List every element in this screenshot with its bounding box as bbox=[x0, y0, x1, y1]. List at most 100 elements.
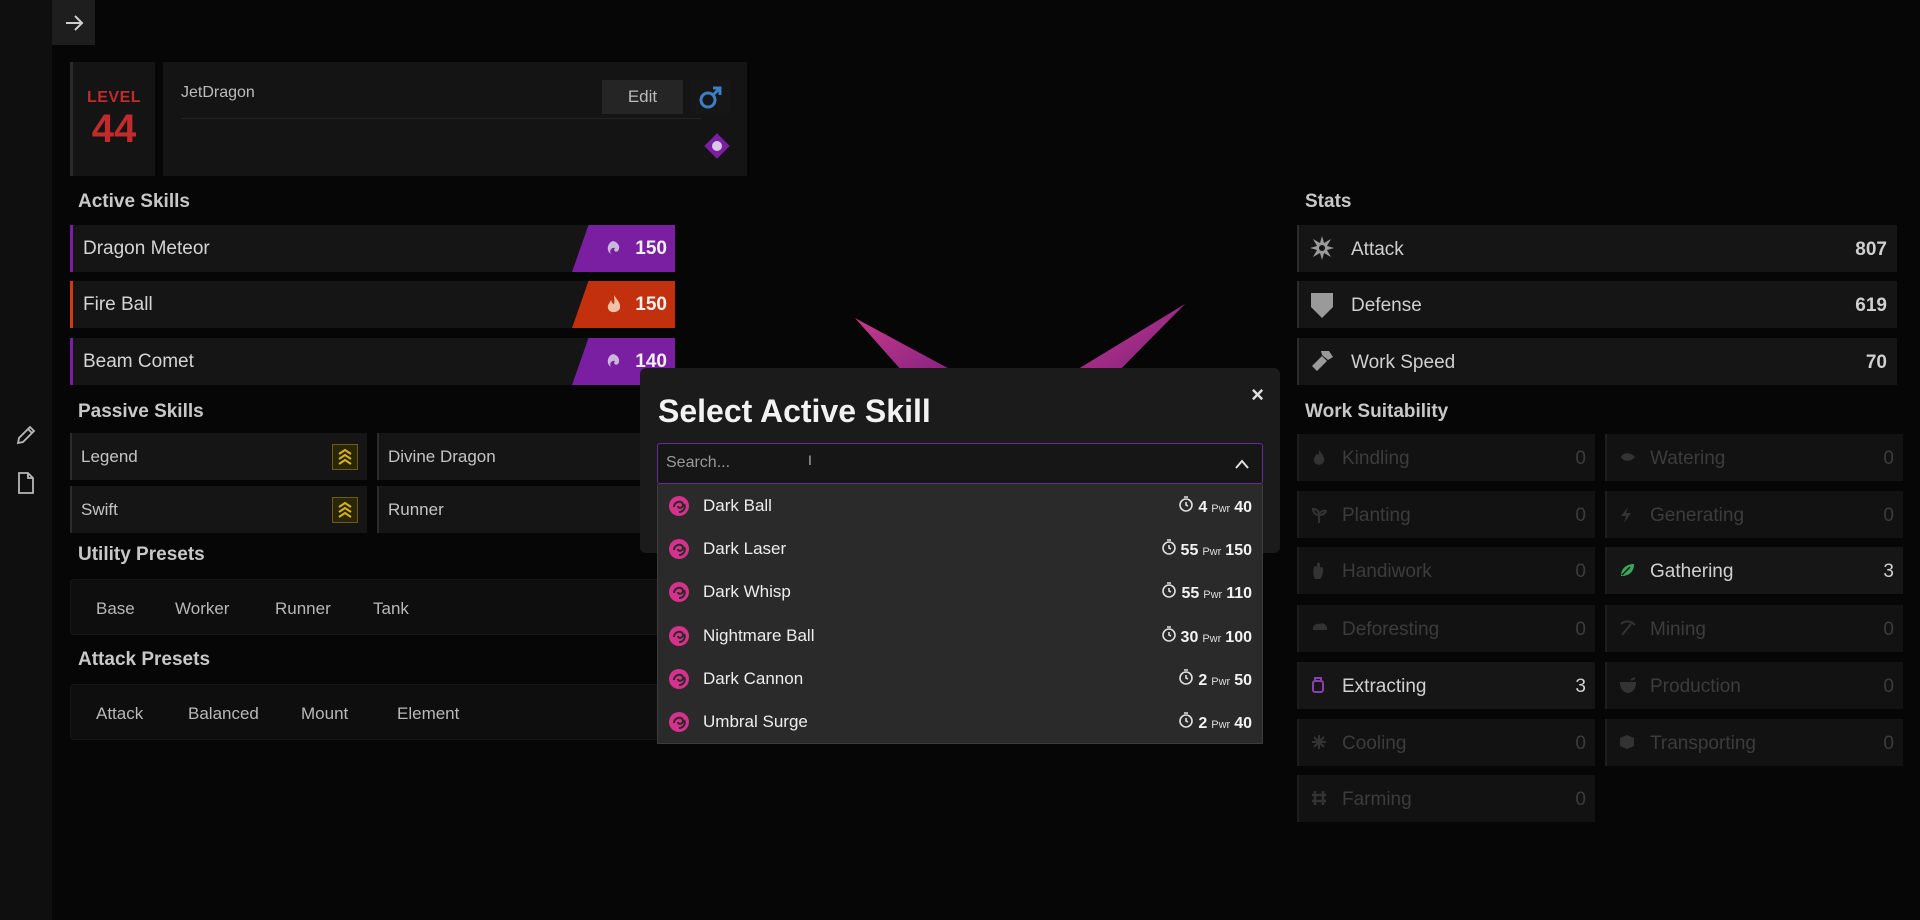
skill-power: 150 bbox=[635, 237, 667, 259]
passive-skill-slot-4[interactable]: Runner bbox=[377, 486, 674, 533]
preset-tank[interactable]: Tank bbox=[373, 599, 409, 619]
skill-option-meta: 2 Pwr 50 bbox=[1178, 669, 1252, 690]
work-generating: Generating 0 bbox=[1605, 491, 1903, 538]
arrow-right-icon bbox=[65, 14, 83, 31]
skill-power-tag: 150 bbox=[572, 281, 675, 328]
dark-element-icon bbox=[668, 711, 690, 738]
fire-type-icon bbox=[608, 294, 621, 312]
work-label: Extracting bbox=[1342, 676, 1427, 697]
work-value: 3 bbox=[1575, 676, 1586, 697]
edit-button[interactable]: Edit bbox=[602, 80, 683, 114]
power-value: 40 bbox=[1234, 499, 1252, 516]
nickname-card: JetDragon Edit bbox=[163, 62, 747, 176]
search-input[interactable] bbox=[666, 454, 1186, 472]
stats-title: Stats bbox=[1305, 191, 1352, 212]
dragon-element-icon bbox=[703, 132, 731, 165]
document-icon[interactable] bbox=[13, 470, 39, 496]
power-label: Pwr bbox=[1202, 546, 1222, 558]
passive-skill-slot-1[interactable]: Legend bbox=[70, 433, 367, 480]
work-value: 0 bbox=[1883, 733, 1894, 754]
work-label: Deforesting bbox=[1342, 619, 1440, 640]
male-icon bbox=[699, 86, 722, 109]
preset-runner[interactable]: Runner bbox=[275, 599, 331, 619]
cooldown-icon bbox=[1179, 496, 1194, 512]
skill-search-box[interactable] bbox=[657, 443, 1263, 484]
power-label: Pwr bbox=[1202, 633, 1222, 645]
skill-option[interactable]: Dark Laser 55 Pwr 150 bbox=[658, 527, 1262, 570]
power-label: Pwr bbox=[1211, 719, 1231, 731]
skill-option[interactable]: Dark Ball 4 Pwr 40 bbox=[658, 484, 1262, 527]
work-mining: Mining 0 bbox=[1605, 605, 1903, 652]
stat-label: Work Speed bbox=[1351, 352, 1456, 373]
power-label: Pwr bbox=[1211, 676, 1231, 688]
work-label: Planting bbox=[1342, 505, 1411, 526]
attack-presets-title: Attack Presets bbox=[78, 649, 211, 670]
cooldown-value: 4 bbox=[1198, 499, 1208, 516]
watering-icon bbox=[1619, 449, 1637, 470]
cooldown-icon bbox=[1179, 712, 1194, 728]
skill-option-name: Dark Cannon bbox=[703, 669, 804, 688]
skill-option-meta: 30 Pwr 100 bbox=[1161, 626, 1252, 647]
skill-dropdown-list[interactable]: Dark Ball 4 Pwr 40 Dark Laser 55 Pwr 150… bbox=[657, 484, 1263, 744]
preset-mount[interactable]: Mount bbox=[301, 704, 348, 724]
skill-option-name: Dark Ball bbox=[703, 496, 772, 515]
hammer-icon bbox=[1309, 348, 1335, 379]
work-watering: Watering 0 bbox=[1605, 434, 1903, 481]
work-value: 0 bbox=[1575, 561, 1586, 582]
cooldown-value: 2 bbox=[1198, 672, 1208, 689]
preset-element[interactable]: Element bbox=[397, 704, 459, 724]
arrow-right-button[interactable] bbox=[52, 0, 95, 45]
preset-attack[interactable]: Attack bbox=[96, 704, 143, 724]
nickname-text[interactable]: JetDragon bbox=[181, 84, 255, 102]
preset-base[interactable]: Base bbox=[96, 599, 135, 619]
work-gathering: Gathering 3 bbox=[1605, 547, 1903, 594]
stat-label: Defense bbox=[1351, 295, 1422, 316]
skill-option[interactable]: Dark Whisp 55 Pwr 110 bbox=[658, 570, 1262, 613]
work-deforesting: Deforesting 0 bbox=[1297, 605, 1595, 652]
work-label: Production bbox=[1650, 676, 1741, 697]
dragon-type-icon bbox=[608, 240, 620, 254]
skill-option-name: Nightmare Ball bbox=[703, 626, 815, 645]
rank-up-icon bbox=[332, 444, 358, 470]
passive-skills-title: Passive Skills bbox=[78, 401, 204, 422]
chevron-up-icon[interactable] bbox=[1234, 457, 1250, 475]
shield-icon bbox=[1309, 291, 1335, 324]
dark-element-icon bbox=[668, 581, 690, 608]
edit-pencil-icon[interactable] bbox=[13, 422, 39, 448]
preset-balanced[interactable]: Balanced bbox=[188, 704, 259, 724]
active-skill-slot-2[interactable]: Fire Ball 150 bbox=[70, 281, 675, 328]
skill-option[interactable]: Dark Cannon 2 Pwr 50 bbox=[658, 657, 1262, 700]
active-skill-slot-3[interactable]: Beam Comet 140 bbox=[70, 338, 675, 385]
farming-icon bbox=[1311, 790, 1327, 811]
preset-worker[interactable]: Worker bbox=[175, 599, 229, 619]
tree-icon bbox=[1311, 620, 1329, 641]
skill-name: Beam Comet bbox=[83, 351, 194, 372]
passive-skill-slot-3[interactable]: Swift bbox=[70, 486, 367, 533]
level-number: 44 bbox=[91, 107, 137, 151]
passive-skill-slot-2[interactable]: Divine Dragon bbox=[377, 433, 674, 480]
attack-presets-bar: Attack Balanced Mount Element bbox=[70, 684, 675, 740]
cooldown-value: 55 bbox=[1180, 542, 1199, 559]
work-extracting: Extracting 3 bbox=[1297, 662, 1595, 709]
work-production: Production 0 bbox=[1605, 662, 1903, 709]
work-value: 0 bbox=[1575, 789, 1586, 810]
power-value: 150 bbox=[1225, 542, 1252, 559]
skill-option[interactable]: Umbral Surge 2 Pwr 40 bbox=[658, 700, 1262, 743]
work-value: 0 bbox=[1575, 619, 1586, 640]
dragon-type-icon bbox=[608, 353, 620, 367]
cooldown-value: 2 bbox=[1198, 715, 1208, 732]
work-cooling: Cooling 0 bbox=[1297, 719, 1595, 766]
dark-element-icon bbox=[668, 495, 690, 522]
close-icon[interactable]: × bbox=[1251, 382, 1264, 408]
skill-option[interactable]: Nightmare Ball 30 Pwr 100 bbox=[658, 614, 1262, 657]
passive-name: Legend bbox=[81, 447, 138, 466]
pickaxe-icon bbox=[1619, 620, 1637, 641]
work-label: Watering bbox=[1650, 448, 1726, 469]
cooldown-icon bbox=[1162, 582, 1177, 598]
stat-work-speed: Work Speed 70 bbox=[1297, 338, 1897, 385]
active-skills-title: Active Skills bbox=[78, 191, 190, 212]
gender-male-button[interactable] bbox=[691, 80, 731, 114]
active-skill-slot-1[interactable]: Dragon Meteor 150 bbox=[70, 225, 675, 272]
work-value: 0 bbox=[1883, 619, 1894, 640]
work-value: 3 bbox=[1883, 561, 1894, 582]
